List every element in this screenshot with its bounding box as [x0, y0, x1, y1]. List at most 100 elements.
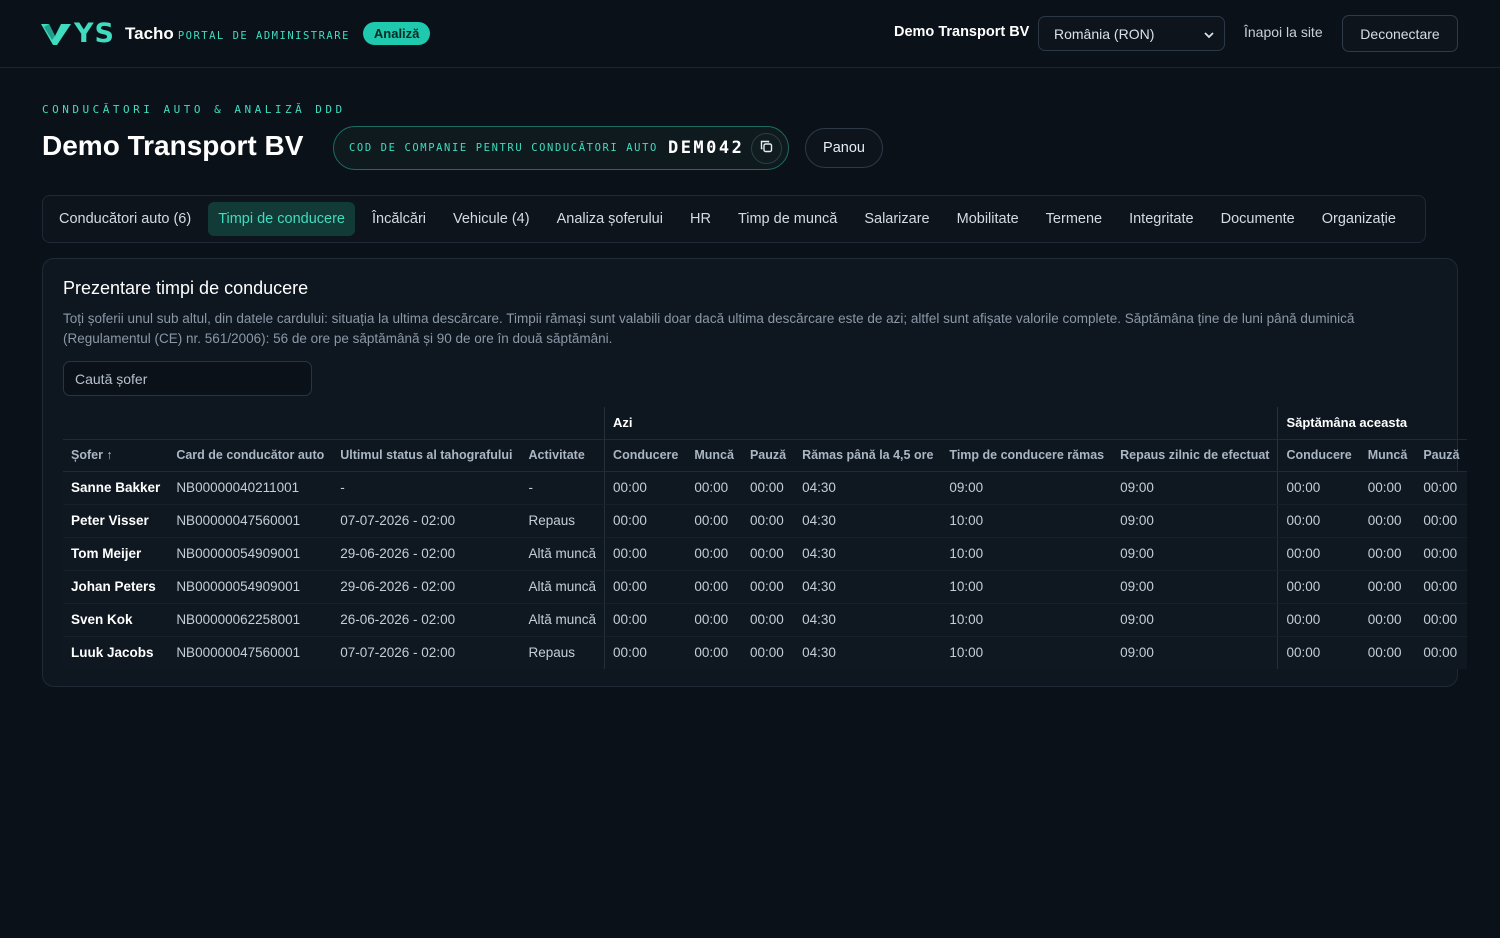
portal-label: PORTAL DE ADMINISTRARE [177, 29, 350, 42]
driving-times-card: Prezentare timpi de conducere Toți șofer… [42, 258, 1468, 687]
table-row[interactable]: Sanne Bakker NB00000040211001- -00:00 00:00… [63, 471, 1468, 505]
cell-driver-name: Peter Visser [63, 504, 169, 538]
tab-driving-times[interactable]: Timpi de conducere [208, 202, 355, 236]
cell-last-status: 07-07-2026 - 02:00 [340, 645, 456, 661]
cell-today-work: 00:00 [686, 603, 742, 637]
header-row: Șofer ↑ Card de conducător auto Ultimul … [63, 438, 1468, 472]
col-today-break: Pauză [741, 438, 795, 472]
table-row[interactable]: Sven Kok NB00000062258001 26-06-2026 - 02:… [63, 603, 1468, 637]
col-activity: Activitate [520, 438, 605, 472]
cell-remaining-driving: 10:00 [941, 504, 1113, 538]
col-today-work: Muncă [686, 438, 742, 472]
cell-week-work: 00:00 [1359, 570, 1416, 604]
tab-drivers[interactable]: Conducători auto (6) [49, 202, 201, 236]
tab-hr[interactable]: HR [680, 202, 721, 236]
cell-week-work: 00:00 [1367, 645, 1402, 661]
cell-today-driving: 00:00 [604, 504, 687, 538]
cell-week-break: 00:00 [1415, 504, 1468, 538]
tab-organization[interactable]: Organizație [1312, 202, 1406, 236]
tab-infringements[interactable]: Încălcări [362, 202, 436, 236]
driving-times-table: Azi Săptămâna aceasta Șofer ↑ Card de co… [63, 407, 1468, 669]
cell-remaining-driving: 10:00 [941, 603, 1113, 637]
cell-driver-card: NB00000047560001 [168, 504, 333, 538]
col-last-status: Ultimul status al tahografului [332, 438, 521, 472]
cell-daily-rest: 09:00 [1112, 537, 1278, 571]
col-week-break: Pauză [1415, 438, 1468, 472]
col-driver[interactable]: Șofer ↑ [63, 438, 169, 472]
cell-week-driving: 00:00 [1277, 537, 1360, 571]
tab-deadlines[interactable]: Termene [1036, 202, 1112, 236]
cell-remaining-4-5h: 04:30 [794, 471, 942, 505]
cell-driver-card: NB00000040211001 [168, 471, 333, 505]
tab-mobility[interactable]: Mobilitate [947, 202, 1029, 236]
col-week-driving: Conducere [1277, 438, 1360, 472]
logo[interactable]: YS Tacho PORTAL DE ADMINISTRARE Analiză [40, 18, 431, 49]
dashboard-button[interactable]: Panou [805, 128, 883, 168]
card-description: Toți șoferii unul sub altul, din datele … [63, 311, 1355, 346]
col-today-driving: Conducere [604, 438, 687, 472]
tab-payroll[interactable]: Salarizare [854, 202, 939, 236]
cell-today-break: 00:00 [741, 603, 795, 637]
cell-remaining-4-5h: 04:30 [794, 570, 942, 604]
cell-today-work: 00:00 [686, 537, 742, 571]
cell-activity: Repaus [528, 645, 576, 661]
analysis-badge: Analiză [362, 22, 431, 45]
cell-daily-rest: 09:00 [1120, 645, 1154, 661]
cell-today-work: 00:00 [694, 645, 729, 661]
cell-week-work: 00:00 [1359, 471, 1416, 505]
cell-today-break: 00:00 [741, 504, 795, 538]
driver-search-input[interactable] [63, 361, 312, 396]
top-bar: YS Tacho PORTAL DE ADMINISTRARE Analiză … [0, 0, 1500, 68]
cell-today-break: 00:00 [741, 537, 795, 571]
cell-driver-name: Luuk Jacobs [71, 645, 154, 661]
cell-today-break: 00:00 [741, 570, 795, 604]
table-row[interactable]: Johan Peters NB00000054909001 29-06-2026 -… [63, 570, 1468, 604]
cell-driver-card: NB00000054909001 [168, 570, 333, 604]
cell-week-driving: 00:00 [1277, 636, 1360, 669]
cell-activity: - [520, 471, 605, 505]
cell-last-status: 29-06-2026 - 02:00 [332, 570, 521, 604]
cell-week-break: 00:00 [1415, 570, 1468, 604]
cell-driver-name: Sanne Bakker [63, 471, 169, 505]
logo-text: YS [74, 18, 115, 49]
cell-last-status: 07-07-2026 - 02:00 [332, 504, 521, 538]
cell-remaining-driving: 10:00 [949, 645, 984, 661]
cell-remaining-4-5h: 04:30 [802, 645, 836, 661]
chevron-down-icon [1204, 26, 1214, 42]
col-week-work: Muncă [1359, 438, 1416, 472]
cell-last-status: 26-06-2026 - 02:00 [332, 603, 521, 637]
cell-daily-rest: 09:00 [1112, 570, 1278, 604]
cell-week-driving: 00:00 [1277, 603, 1360, 637]
cell-today-driving: 00:00 [604, 636, 687, 669]
company-name: Demo Transport BV [894, 24, 1030, 40]
cell-remaining-4-5h: 04:30 [794, 537, 942, 571]
table-row[interactable]: Luuk Jacobs NB00000047560001 07-07-2026 - … [63, 636, 1468, 669]
col-remaining-driving: Timp de conducere rămas [941, 438, 1113, 472]
group-this-week: Săptămâna aceasta [1277, 407, 1468, 439]
tab-vehicles[interactable]: Vehicule (4) [443, 202, 540, 236]
cell-today-driving: 00:00 [604, 603, 687, 637]
cell-daily-rest: 09:00 [1112, 504, 1278, 538]
tab-driver-analysis[interactable]: Analiza șoferului [547, 202, 673, 236]
table-row[interactable]: Peter Visser NB00000047560001 07-07-2026 -… [63, 504, 1468, 538]
company-code-value: DEM042 [667, 138, 745, 158]
cell-daily-rest: 09:00 [1112, 471, 1278, 505]
logout-button[interactable]: Deconectare [1342, 15, 1458, 52]
tab-working-time[interactable]: Timp de muncă [728, 202, 847, 236]
cell-activity: Altă muncă [520, 603, 605, 637]
tab-documents[interactable]: Documente [1211, 202, 1305, 236]
cell-driver-card: NB00000047560001 [176, 645, 301, 661]
cell-today-work: 00:00 [686, 471, 742, 505]
country-select[interactable]: România (RON) [1038, 16, 1225, 51]
table-body: Sanne Bakker NB00000040211001- -00:00 00:00… [63, 471, 1468, 669]
tab-integrity[interactable]: Integritate [1119, 202, 1204, 236]
cell-today-driving: 00:00 [604, 570, 687, 604]
back-to-site-link[interactable]: Înapoi la site [1244, 24, 1323, 40]
cell-week-break: 00:00 [1415, 537, 1468, 571]
section-eyebrow: CONDUCĂTORI AUTO & ANALIZĂ DDD [42, 103, 346, 116]
cell-week-work: 00:00 [1359, 603, 1416, 637]
copy-code-button[interactable] [751, 133, 782, 164]
cell-driver-card: NB00000054909001 [168, 537, 333, 571]
table-row[interactable]: Tom Meijer NB00000054909001 29-06-2026 - 0… [63, 537, 1468, 571]
group-today: Azi [604, 407, 1278, 439]
